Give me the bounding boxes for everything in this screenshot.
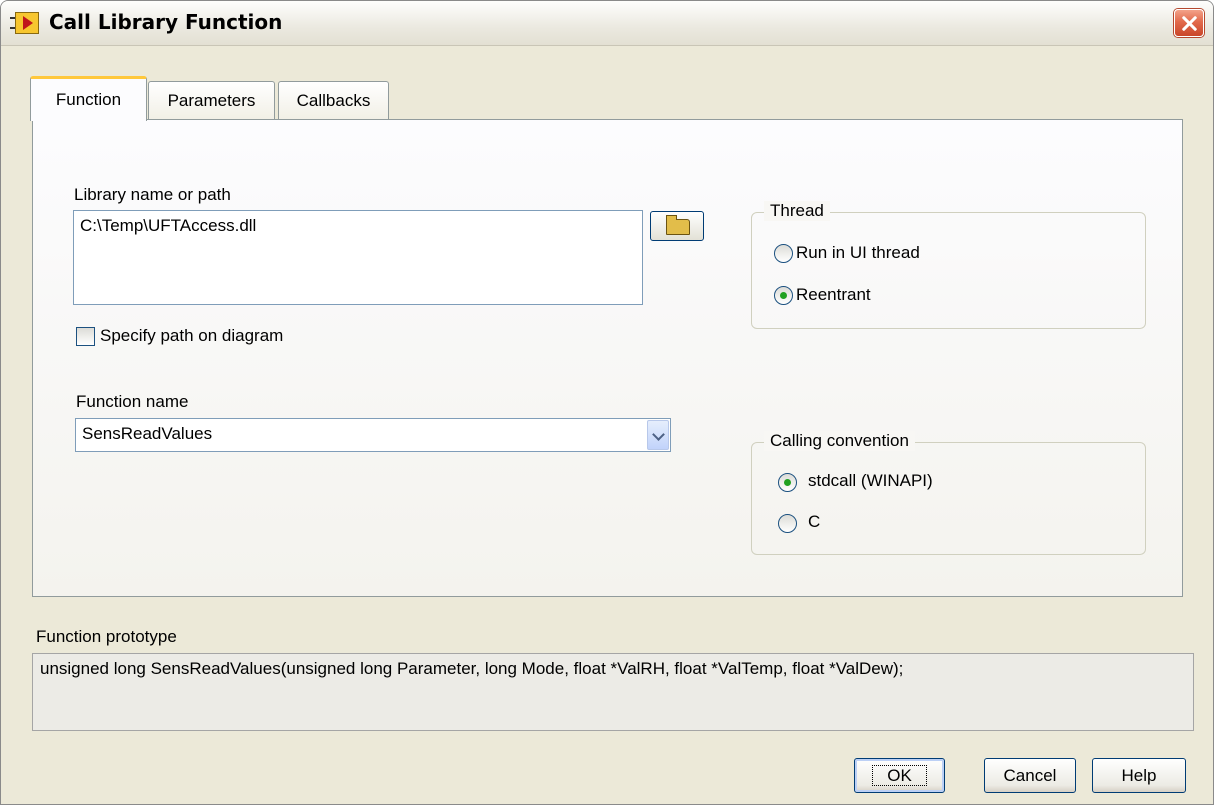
specify-path-label[interactable]: Specify path on diagram [100,326,283,346]
chevron-down-icon[interactable] [647,420,669,450]
thread-group-title: Thread [764,201,830,221]
labview-vi-icon [10,12,39,34]
function-tab-panel: Library name or path C:\Temp\UFTAccess.d… [32,119,1183,597]
function-name-label: Function name [76,392,189,411]
library-path-label: Library name or path [74,185,231,204]
ok-button[interactable]: OK [854,758,945,793]
ok-button-label: OK [872,765,927,786]
run-in-ui-thread-radio[interactable] [774,244,793,263]
c-convention-radio[interactable] [778,514,797,533]
calling-convention-title: Calling convention [764,431,915,451]
reentrant-label[interactable]: Reentrant [796,285,871,305]
function-prototype-label: Function prototype [36,627,177,646]
tab-function[interactable]: Function [30,76,147,121]
specify-path-checkbox[interactable] [76,327,95,346]
function-prototype-text: unsigned long SensReadValues(unsigned lo… [32,653,1194,731]
stdcall-label[interactable]: stdcall (WINAPI) [808,471,933,491]
call-library-function-dialog: Call Library Function Function Parameter… [0,0,1214,805]
thread-group: Thread Run in UI thread Reentrant [751,201,1146,329]
library-path-input[interactable]: C:\Temp\UFTAccess.dll [73,210,643,305]
run-in-ui-thread-label[interactable]: Run in UI thread [796,243,920,263]
function-name-value: SensReadValues [82,424,213,443]
browse-button[interactable] [650,211,704,241]
folder-open-icon [666,215,690,235]
window-title: Call Library Function [49,10,283,34]
close-button[interactable] [1174,9,1204,37]
reentrant-radio[interactable] [774,286,793,305]
calling-convention-group: Calling convention stdcall (WINAPI) C [751,431,1146,555]
tab-callbacks[interactable]: Callbacks [278,81,389,121]
function-name-select[interactable]: SensReadValues [75,418,671,452]
cancel-button[interactable]: Cancel [984,758,1076,793]
c-convention-label[interactable]: C [808,512,820,532]
tab-parameters[interactable]: Parameters [148,81,275,121]
help-button[interactable]: Help [1092,758,1186,793]
stdcall-radio[interactable] [778,473,797,492]
title-bar[interactable]: Call Library Function [1,1,1213,46]
